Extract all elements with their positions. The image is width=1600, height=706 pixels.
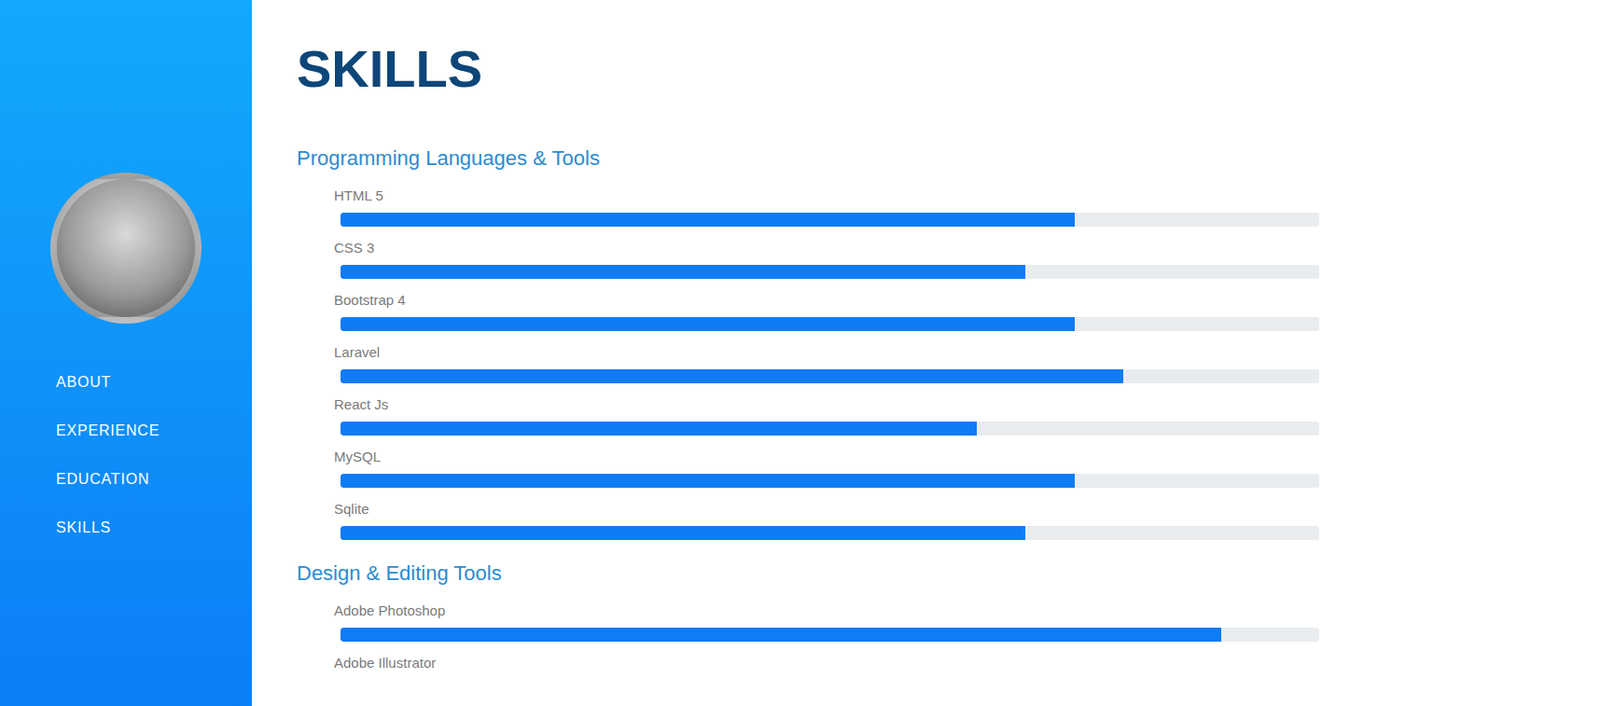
skill-row: HTML 5 xyxy=(333,186,1320,227)
progress-track xyxy=(340,526,1320,541)
skill-row: CSS 3 xyxy=(333,238,1320,279)
sidebar-item[interactable]: EDUCATION xyxy=(55,469,252,490)
skill-label: CSS 3 xyxy=(333,238,1320,258)
skill-label: Bootstrap 4 xyxy=(333,291,1320,310)
skill-row: Laravel xyxy=(333,343,1320,384)
skill-label: MySQL xyxy=(333,447,1320,467)
progress-track xyxy=(340,212,1320,227)
skill-row: MySQL xyxy=(333,447,1320,488)
progress-fill xyxy=(340,526,1026,541)
skill-row: Adobe Photoshop xyxy=(333,601,1320,642)
page-heading: SKILLS xyxy=(296,39,1600,99)
progress-fill xyxy=(340,212,1075,227)
skill-label: React Js xyxy=(333,395,1320,415)
sidebar-item[interactable]: ABOUT xyxy=(55,372,252,393)
skills-panel: SKILLS Programming Languages & Tools HTML … xyxy=(0,0,1600,706)
progress-track xyxy=(340,627,1320,642)
progress-track xyxy=(340,369,1320,384)
progress-fill xyxy=(340,627,1222,642)
sidebar-item[interactable]: SKILLS xyxy=(55,517,252,539)
skill-label: HTML 5 xyxy=(333,186,1320,206)
skill-row: Adobe Illustrator xyxy=(333,653,1320,673)
skill-label: Laravel xyxy=(333,343,1320,362)
profile-photo xyxy=(50,172,202,324)
progress-fill xyxy=(340,421,977,436)
progress-fill xyxy=(340,317,1075,332)
section-title: Programming Languages & Tools xyxy=(296,145,1600,172)
progress-track xyxy=(340,317,1320,332)
progress-fill xyxy=(340,473,1075,488)
section-title: Design & Editing Tools xyxy=(296,560,1600,587)
sidebar: ABOUT EXPERIENCE EDUCATION SKILLS xyxy=(0,0,252,706)
progress-track xyxy=(340,264,1320,279)
sidebar-item[interactable]: EXPERIENCE xyxy=(55,420,252,442)
skill-row: React Js xyxy=(333,395,1320,436)
sidebar-nav: ABOUT EXPERIENCE EDUCATION SKILLS xyxy=(0,372,252,539)
skill-row: Sqlite xyxy=(333,500,1320,541)
skill-row: Bootstrap 4 xyxy=(333,291,1320,332)
progress-track xyxy=(340,473,1320,488)
progress-fill xyxy=(340,369,1124,384)
progress-track xyxy=(340,421,1320,436)
skill-label: Sqlite xyxy=(333,500,1320,519)
skill-label: Adobe Illustrator xyxy=(333,653,1320,673)
progress-fill xyxy=(340,264,1026,279)
skill-label: Adobe Photoshop xyxy=(333,601,1320,621)
